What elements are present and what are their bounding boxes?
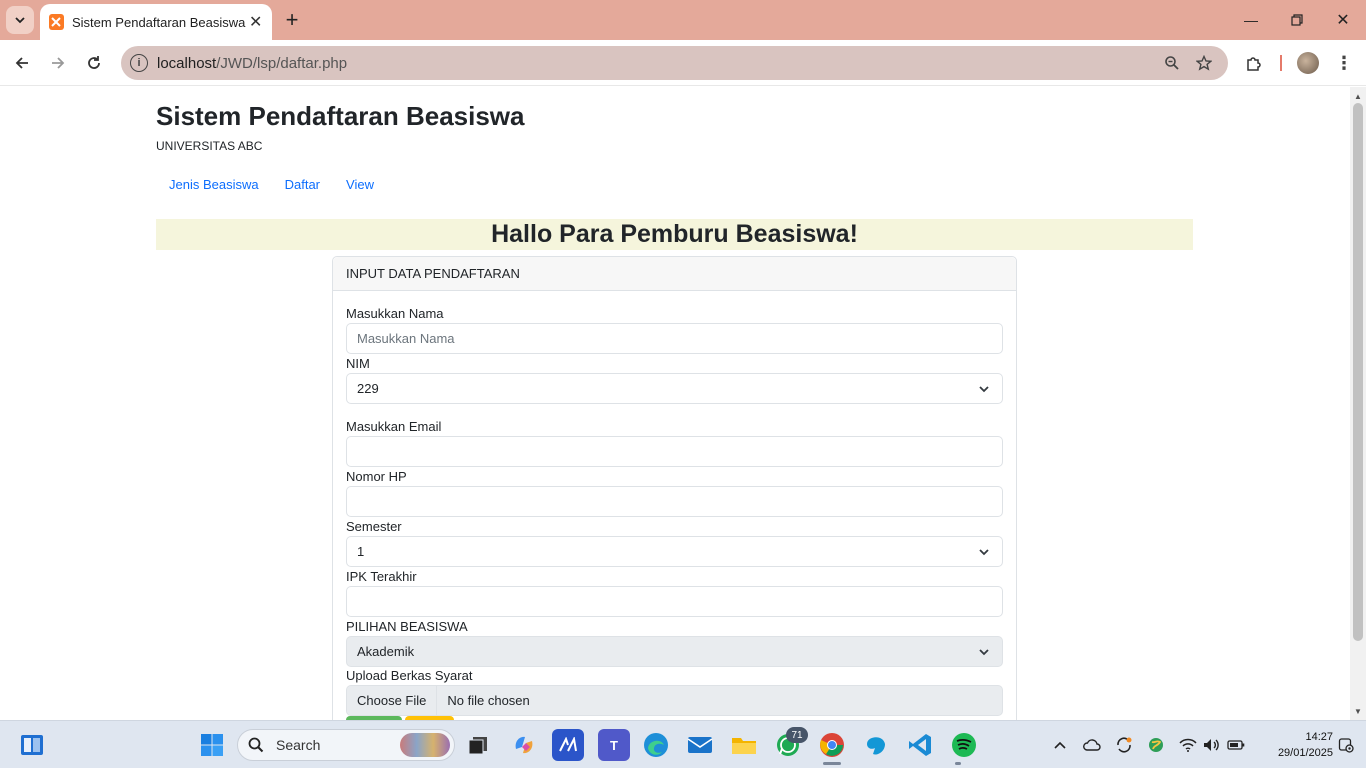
nim-value: 229 bbox=[357, 381, 379, 396]
upload-label: Upload Berkas Syarat bbox=[346, 668, 473, 683]
clock-time: 14:27 bbox=[1305, 731, 1333, 743]
nama-label: Masukkan Nama bbox=[346, 306, 444, 321]
vscode-icon[interactable] bbox=[904, 729, 936, 761]
extensions-puzzle-icon[interactable] bbox=[1238, 47, 1270, 79]
tab-title: Sistem Pendaftaran Beasiswa bbox=[71, 14, 246, 30]
site-subtitle: UNIVERSITAS ABC bbox=[156, 139, 263, 153]
page-scrollbar[interactable]: ▲ ▼ bbox=[1350, 87, 1366, 720]
edge-icon[interactable] bbox=[640, 729, 672, 761]
choose-file-button[interactable]: Choose File bbox=[347, 686, 438, 715]
windows-start-icon[interactable] bbox=[196, 729, 228, 761]
toolbar-separator bbox=[1280, 55, 1282, 71]
taskbar-clock[interactable]: 14:27 29/01/2025 bbox=[1255, 729, 1333, 761]
file-explorer-icon[interactable] bbox=[728, 729, 760, 761]
nim-select[interactable]: 229 bbox=[346, 373, 1003, 404]
scroll-thumb[interactable] bbox=[1353, 103, 1363, 641]
whatsapp-badge: 71 bbox=[786, 727, 808, 743]
ipk-input[interactable] bbox=[346, 586, 1003, 617]
taskbar-search[interactable]: Search bbox=[237, 729, 455, 761]
search-label: Search bbox=[276, 737, 321, 753]
update-sync-icon[interactable] bbox=[1114, 735, 1134, 755]
chevron-down-icon bbox=[979, 649, 989, 656]
search-highlight-image bbox=[400, 733, 450, 757]
nav-daftar[interactable]: Daftar bbox=[272, 175, 333, 194]
chrome-icon[interactable] bbox=[816, 729, 848, 761]
spotify-icon[interactable] bbox=[948, 729, 980, 761]
semester-label: Semester bbox=[346, 519, 402, 534]
email-label: Masukkan Email bbox=[346, 419, 442, 434]
browser-titlebar: Sistem Pendaftaran Beasiswa ✕ + — ✕ bbox=[0, 0, 1366, 40]
nav-jenis-beasiswa[interactable]: Jenis Beasiswa bbox=[156, 175, 272, 194]
welcome-banner: Hallo Para Pemburu Beasiswa! bbox=[156, 219, 1193, 250]
site-title: Sistem Pendaftaran Beasiswa bbox=[156, 101, 525, 131]
teams-icon[interactable]: T bbox=[598, 729, 630, 761]
zoom-icon[interactable] bbox=[1156, 47, 1188, 79]
scroll-down-arrow-icon[interactable]: ▼ bbox=[1350, 704, 1366, 718]
registration-card: INPUT DATA PENDAFTARAN Masukkan Nama Mas… bbox=[332, 256, 1017, 720]
browser-toolbar: i localhost/JWD/lsp/daftar.php ⋮ bbox=[0, 40, 1366, 86]
bookmark-star-icon[interactable] bbox=[1188, 47, 1220, 79]
battery-icon[interactable] bbox=[1226, 735, 1246, 755]
close-window-icon[interactable]: ✕ bbox=[1320, 0, 1366, 40]
scroll-up-arrow-icon[interactable]: ▲ bbox=[1350, 89, 1366, 103]
semester-select[interactable]: 1 bbox=[346, 536, 1003, 567]
card-header: INPUT DATA PENDAFTARAN bbox=[333, 257, 1016, 291]
hp-input[interactable] bbox=[346, 486, 1003, 517]
hp-label: Nomor HP bbox=[346, 469, 407, 484]
beasiswa-select[interactable]: Akademik bbox=[346, 636, 1003, 667]
profile-avatar[interactable] bbox=[1292, 47, 1324, 79]
main-nav: Jenis Beasiswa Daftar View bbox=[156, 175, 387, 194]
url-text[interactable]: localhost/JWD/lsp/daftar.php bbox=[157, 55, 1156, 72]
chevron-down-icon bbox=[979, 386, 989, 393]
reload-icon[interactable] bbox=[78, 47, 110, 79]
nim-label: NIM bbox=[346, 356, 370, 371]
clock-date: 29/01/2025 bbox=[1277, 747, 1333, 759]
chevron-down-icon bbox=[15, 17, 25, 24]
chrome-active-indicator bbox=[823, 762, 841, 765]
widgets-icon[interactable] bbox=[16, 729, 48, 761]
task-view-icon[interactable] bbox=[462, 729, 494, 761]
site-info-icon[interactable]: i bbox=[130, 54, 148, 72]
wifi-icon[interactable] bbox=[1178, 735, 1198, 755]
beasiswa-value: Akademik bbox=[357, 644, 415, 659]
back-arrow-icon[interactable] bbox=[6, 47, 38, 79]
search-icon bbox=[248, 737, 264, 753]
vector-app-icon[interactable] bbox=[552, 729, 584, 761]
file-status-text: No file chosen bbox=[447, 693, 530, 708]
copilot-icon[interactable] bbox=[508, 729, 540, 761]
tray-overflow-chevron-up-icon[interactable] bbox=[1050, 735, 1070, 755]
forward-arrow-icon[interactable] bbox=[42, 47, 74, 79]
windows-taskbar: Search T 71 14:27 29/01/2025 bbox=[0, 720, 1366, 768]
network-globe-icon[interactable] bbox=[1146, 735, 1166, 755]
page-viewport: Sistem Pendaftaran Beasiswa UNIVERSITAS … bbox=[0, 87, 1350, 720]
notification-settings-icon[interactable] bbox=[1336, 735, 1356, 755]
bluebird-app-icon[interactable] bbox=[860, 729, 892, 761]
address-bar[interactable]: i localhost/JWD/lsp/daftar.php bbox=[121, 46, 1228, 80]
tab-close-icon[interactable]: ✕ bbox=[245, 11, 266, 33]
browser-tab-active[interactable]: Sistem Pendaftaran Beasiswa ✕ bbox=[40, 4, 272, 40]
semester-value: 1 bbox=[357, 544, 365, 559]
ipk-label: IPK Terakhir bbox=[346, 569, 417, 584]
file-upload-input[interactable]: Choose File No file chosen bbox=[346, 685, 1003, 716]
nav-view[interactable]: View bbox=[333, 175, 387, 194]
beasiswa-label: PILIHAN BEASISWA bbox=[346, 619, 468, 634]
mail-icon[interactable] bbox=[684, 729, 716, 761]
email-input[interactable] bbox=[346, 436, 1003, 467]
xampp-favicon-icon bbox=[49, 14, 64, 30]
cloud-sync-icon[interactable] bbox=[1082, 735, 1102, 755]
tab-search-button[interactable] bbox=[6, 6, 34, 34]
new-tab-plus-icon[interactable]: + bbox=[280, 7, 304, 32]
volume-icon[interactable] bbox=[1202, 735, 1222, 755]
chevron-down-icon bbox=[979, 549, 989, 556]
minimize-icon[interactable]: — bbox=[1228, 0, 1274, 40]
browser-menu-icon[interactable]: ⋮ bbox=[1328, 47, 1360, 79]
restore-icon[interactable] bbox=[1274, 0, 1320, 40]
spotify-running-indicator bbox=[955, 762, 961, 765]
nama-input[interactable]: Masukkan Nama bbox=[346, 323, 1003, 354]
